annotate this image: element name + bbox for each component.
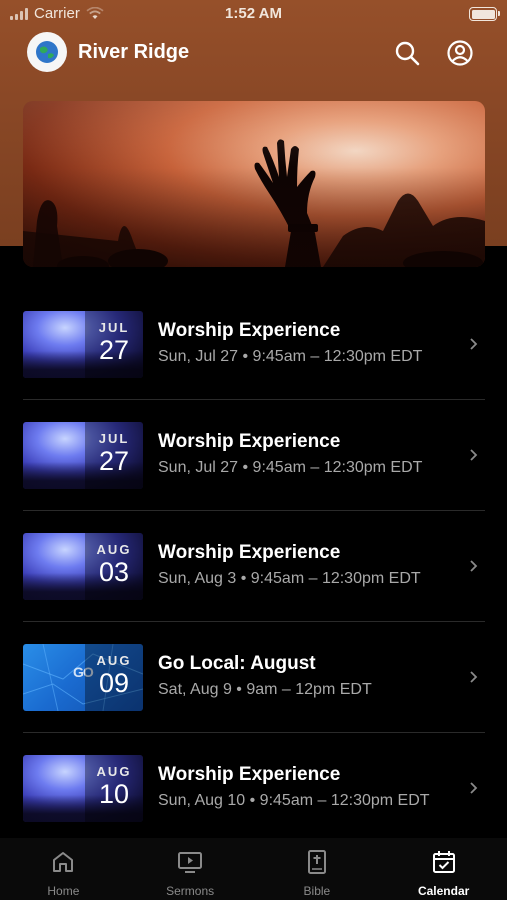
app-title: River Ridge [78,41,190,63]
event-title: Go Local: August [158,653,316,674]
event-row[interactable]: JUL 27 Worship Experience Sun, Jul 27 • … [23,400,485,511]
event-datetime: Sun, Aug 3 • 9:45am – 12:30pm EDT [158,570,421,587]
globe-icon [36,41,58,63]
event-datetime: Sun, Aug 10 • 9:45am – 12:30pm EDT [158,792,430,809]
event-datetime: Sun, Jul 27 • 9:45am – 12:30pm EDT [158,348,423,365]
date-badge: AUG 03 [85,533,143,600]
battery-icon [469,7,500,21]
chevron-right-icon [470,560,478,572]
event-list: JUL 27 Worship Experience Sun, Jul 27 • … [23,289,485,844]
hero-banner[interactable] [23,101,485,267]
event-thumbnail: JUL 27 [23,422,143,489]
event-title: Worship Experience [158,431,341,452]
event-title: Worship Experience [158,542,341,563]
date-badge: AUG 09 [85,644,143,711]
event-thumbnail: AUG 10 [23,755,143,822]
church-logo[interactable] [27,32,67,72]
tab-bible[interactable]: Bible [254,838,381,900]
calendar-icon [432,851,455,873]
date-badge: JUL 27 [85,311,143,378]
bible-icon [307,850,326,874]
tab-home[interactable]: Home [0,838,127,900]
event-datetime: Sat, Aug 9 • 9am – 12pm EDT [158,681,372,698]
event-title: Worship Experience [158,764,341,785]
search-button[interactable] [392,38,422,68]
chevron-right-icon [470,449,478,461]
event-row[interactable]: GO AUG 09 Go Local: August Sat, Aug 9 • … [23,622,485,733]
event-thumbnail: AUG 03 [23,533,143,600]
app-header: River Ridge [0,30,507,76]
home-icon [53,852,74,872]
chevron-right-icon [470,338,478,350]
status-bar: Carrier 1:52 AM [0,0,507,28]
search-icon [395,41,420,66]
status-time: 1:52 AM [225,5,282,22]
event-row[interactable]: AUG 03 Worship Experience Sun, Aug 3 • 9… [23,511,485,622]
chevron-right-icon [470,782,478,794]
event-thumbnail: JUL 27 [23,311,143,378]
tab-bar: Home Sermons Bible Calendar [0,838,507,900]
date-badge: AUG 10 [85,755,143,822]
event-title: Worship Experience [158,320,341,341]
event-datetime: Sun, Jul 27 • 9:45am – 12:30pm EDT [158,459,423,476]
date-badge: JUL 27 [85,422,143,489]
tab-sermons[interactable]: Sermons [127,838,254,900]
chevron-right-icon [470,671,478,683]
profile-button[interactable] [445,38,475,68]
tab-calendar[interactable]: Calendar [380,838,507,900]
profile-icon [447,40,473,66]
video-icon [178,852,203,873]
event-thumbnail: GO AUG 09 [23,644,143,711]
event-row[interactable]: JUL 27 Worship Experience Sun, Jul 27 • … [23,289,485,400]
event-row[interactable]: AUG 10 Worship Experience Sun, Aug 10 • … [23,733,485,844]
